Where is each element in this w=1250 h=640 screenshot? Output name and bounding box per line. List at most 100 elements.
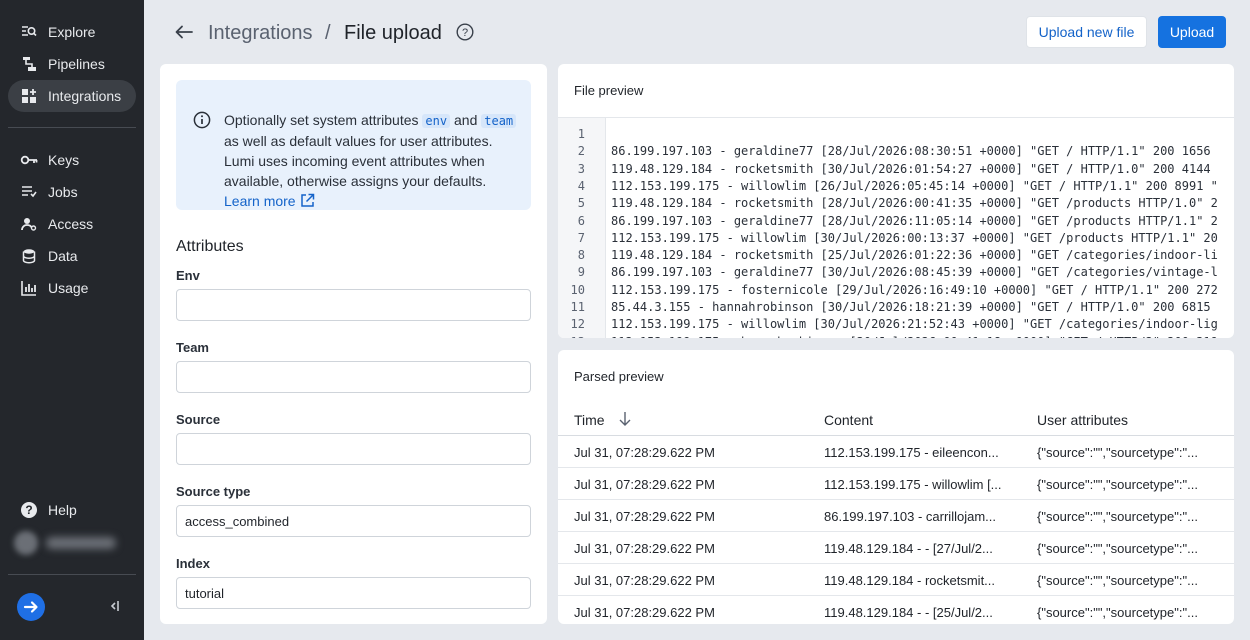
info-text: Optionally set system attributes env and… xyxy=(224,110,524,211)
svg-text:?: ? xyxy=(25,503,32,517)
parsed-preview-title: Parsed preview xyxy=(574,369,664,384)
line-text: 112.153.199.175 - willowlim [26/Jul/2026… xyxy=(611,178,1218,193)
jobs-icon xyxy=(20,183,38,201)
line-number: 11 xyxy=(570,300,585,314)
column-header-content[interactable]: Content xyxy=(824,412,873,428)
external-link-icon xyxy=(300,193,314,207)
column-header-user-attributes[interactable]: User attributes xyxy=(1037,412,1128,428)
code-line: 8 119.48.129.184 - rocketsmith [25/Jul/20… xyxy=(558,248,1218,265)
sidebar-item-integrations[interactable]: Integrations xyxy=(8,80,136,112)
code-line: 2 86.199.197.103 - geraldine77 [28/Jul/20… xyxy=(558,144,1211,161)
cell-content: 119.48.129.184 - - [25/Jul/2... xyxy=(824,605,993,620)
sidebar-item-keys[interactable]: Keys xyxy=(8,144,136,176)
table-row[interactable]: Jul 31, 07:28:29.622 PM 112.153.199.175 -… xyxy=(558,468,1234,500)
line-number: 13 xyxy=(558,335,585,338)
info-icon xyxy=(193,111,211,129)
cell-attrs: {"source":"","sourcetype":"... xyxy=(1037,477,1198,492)
sidebar-item-data[interactable]: Data xyxy=(8,240,136,272)
code-line: 5 119.48.129.184 - rocketsmith [28/Jul/20… xyxy=(558,196,1218,213)
table-row[interactable]: Jul 31, 07:28:29.622 PM 119.48.129.184 - … xyxy=(558,532,1234,564)
code-line: 13 112.153.199.175 - hannahrobinson [30/J… xyxy=(558,335,1218,338)
sidebar-item-access[interactable]: Access xyxy=(8,208,136,240)
file-preview-panel: File preview 1 2 86.199.197.103 - geraldin… xyxy=(558,64,1234,338)
line-number: 4 xyxy=(577,178,585,193)
line-number: 6 xyxy=(577,213,585,228)
cell-time: Jul 31, 07:28:29.622 PM xyxy=(574,573,715,588)
svg-text:?: ? xyxy=(462,27,468,39)
cell-time: Jul 31, 07:28:29.622 PM xyxy=(574,509,715,524)
line-number: 12 xyxy=(570,317,585,332)
cell-content: 119.48.129.184 - - [27/Jul/2... xyxy=(824,541,993,556)
line-text: 112.153.199.175 - willowlim [30/Jul/2026… xyxy=(611,317,1218,332)
sidebar-item-label: Integrations xyxy=(48,88,122,104)
code-line: 11 85.44.3.155 - hannahrobinson [30/Jul/2… xyxy=(558,300,1211,317)
sidebar-item-label: Help xyxy=(48,502,77,518)
sort-arrow-icon[interactable] xyxy=(618,411,632,427)
learn-more-label: Learn more xyxy=(224,193,296,209)
cell-content: 112.153.199.175 - willowlim [... xyxy=(824,477,1002,492)
code-env: env xyxy=(422,114,451,128)
upload-button[interactable]: Upload xyxy=(1158,16,1226,48)
line-text: 112.153.199.175 - fosternicole [29/Jul/2… xyxy=(611,282,1218,297)
cell-content: 112.153.199.175 - eileencon... xyxy=(824,445,999,460)
env-input[interactable] xyxy=(176,289,531,321)
line-number: 10 xyxy=(570,282,585,297)
help-circle-icon[interactable]: ? xyxy=(456,23,474,41)
cell-time: Jul 31, 07:28:29.622 PM xyxy=(574,541,715,556)
code-team: team xyxy=(481,114,517,128)
table-row[interactable]: Jul 31, 07:28:29.622 PM 119.48.129.184 - … xyxy=(558,564,1234,596)
learn-more-link[interactable]: Learn more xyxy=(224,193,315,209)
sidebar-item-label: Explore xyxy=(48,24,96,40)
line-number: 3 xyxy=(577,161,585,176)
source-type-input[interactable] xyxy=(176,505,531,537)
sidebar-divider xyxy=(8,574,136,575)
cell-attrs: {"source":"","sourcetype":"... xyxy=(1037,605,1198,620)
line-text: 85.44.3.155 - hannahrobinson [30/Jul/202… xyxy=(611,300,1211,314)
access-icon xyxy=(20,215,38,233)
collapse-sidebar-icon[interactable] xyxy=(106,597,124,615)
sidebar-item-explore[interactable]: Explore xyxy=(8,16,136,48)
source-label: Source xyxy=(176,412,221,427)
usage-icon xyxy=(20,279,38,297)
sidebar: Explore Pipelines Integrations Keys Jobs… xyxy=(0,0,144,640)
user-profile[interactable] xyxy=(14,530,118,556)
app-logo-icon[interactable] xyxy=(17,593,45,621)
code-line: 6 86.199.197.103 - geraldine77 [28/Jul/20… xyxy=(558,213,1218,231)
sidebar-item-help[interactable]: ? Help xyxy=(8,494,136,526)
code-line: 12 112.153.199.175 - willowlim [30/Jul/20… xyxy=(558,317,1218,334)
line-text: 86.199.197.103 - geraldine77 [28/Jul/202… xyxy=(611,144,1211,159)
column-header-time[interactable]: Time xyxy=(574,412,605,428)
page-title: File upload xyxy=(344,22,442,44)
code-line: 9 86.199.197.103 - geraldine77 [30/Jul/20… xyxy=(558,265,1218,282)
upload-new-file-button[interactable]: Upload new file xyxy=(1026,16,1147,48)
line-text: 119.48.129.184 - rocketsmith [28/Jul/202… xyxy=(611,196,1218,211)
attributes-heading: Attributes xyxy=(176,238,244,255)
info-text-part: and xyxy=(454,112,478,128)
pipelines-icon xyxy=(20,55,38,73)
team-input[interactable] xyxy=(176,361,531,393)
sidebar-item-jobs[interactable]: Jobs xyxy=(8,176,136,208)
info-text-part: Optionally set system attributes xyxy=(224,112,419,128)
sidebar-item-pipelines[interactable]: Pipelines xyxy=(8,48,136,80)
line-text: 119.48.129.184 - rocketsmith [30/Jul/202… xyxy=(611,161,1211,176)
back-arrow-icon[interactable] xyxy=(174,22,194,42)
breadcrumb-integrations[interactable]: Integrations xyxy=(208,21,313,45)
info-text-part: as well as default values for user attri… xyxy=(224,133,493,189)
table-row[interactable]: Jul 31, 07:28:29.622 PM 86.199.197.103 - … xyxy=(558,500,1234,532)
line-number: 2 xyxy=(577,144,585,159)
table-row[interactable]: Jul 31, 07:28:29.622 PM 112.153.199.175 -… xyxy=(558,436,1234,468)
code-preview[interactable]: 1 2 86.199.197.103 - geraldine77 [28/Jul/2… xyxy=(558,117,1234,338)
sidebar-item-usage[interactable]: Usage xyxy=(8,272,136,304)
index-input[interactable] xyxy=(176,577,531,609)
code-line: 3 119.48.129.184 - rocketsmith [30/Jul/20… xyxy=(558,161,1211,179)
line-text: 86.199.197.103 - geraldine77 [28/Jul/202… xyxy=(611,213,1218,228)
sidebar-item-label: Data xyxy=(48,248,78,264)
sidebar-item-label: Pipelines xyxy=(48,56,105,72)
source-input[interactable] xyxy=(176,433,531,465)
cell-attrs: {"source":"","sourcetype":"... xyxy=(1037,509,1198,524)
line-number: 5 xyxy=(577,196,585,211)
table-row[interactable]: Jul 31, 07:28:29.622 PM 119.48.129.184 - … xyxy=(558,596,1234,624)
cell-attrs: {"source":"","sourcetype":"... xyxy=(1037,541,1198,556)
line-number: 1 xyxy=(577,127,585,141)
line-text: 112.153.199.175 - hannahrobinson [30/Jul… xyxy=(611,335,1218,338)
